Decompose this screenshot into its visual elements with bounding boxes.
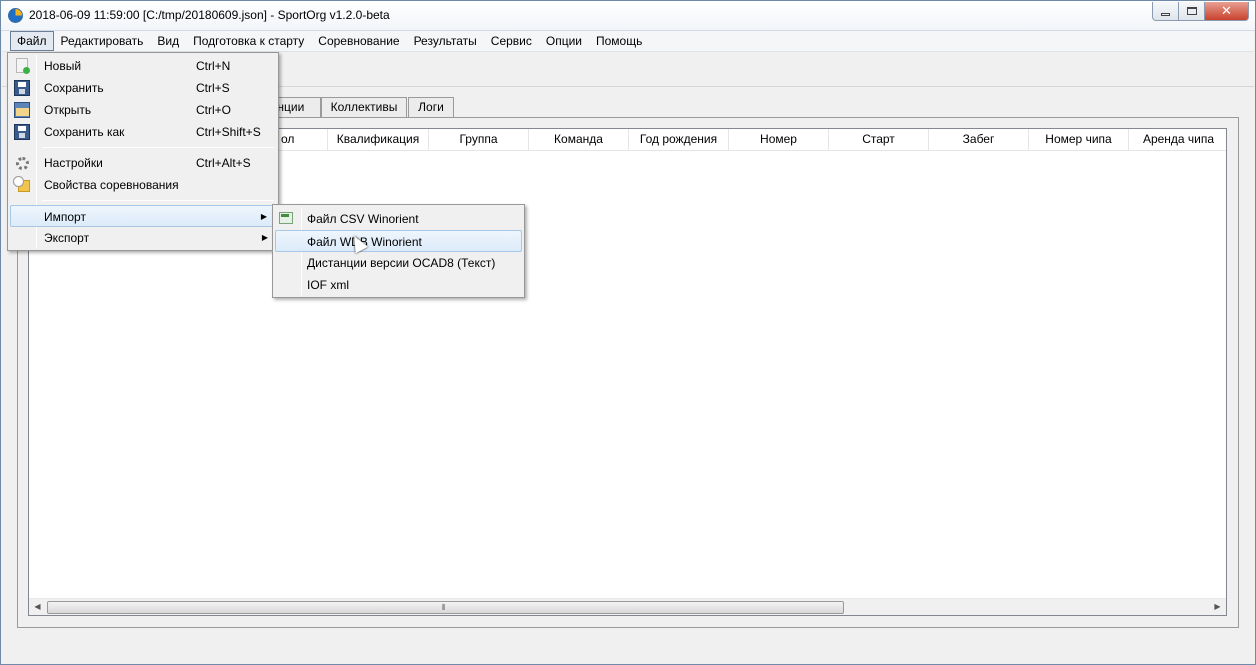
submenu-arrow-icon: ▶ [261, 233, 268, 242]
submenu-arrow-icon: ▶ [260, 212, 267, 221]
column-header-chip-rental[interactable]: Аренда чипа [1129, 129, 1228, 151]
menu-item-label: Импорт [44, 210, 86, 224]
submenu-item-csv-winorient[interactable]: Файл CSV Winorient [275, 208, 522, 230]
app-window: 2018-06-09 11:59:00 [C:/tmp/20180609.jso… [0, 0, 1256, 665]
menu-item-new[interactable]: Новый Ctrl+N [10, 55, 276, 77]
save-icon [14, 80, 30, 96]
menu-competition[interactable]: Соревнование [311, 31, 406, 51]
menu-item-label: Дистанции версии OCAD8 (Текст) [307, 256, 496, 270]
menu-item-open[interactable]: Открыть Ctrl+O [10, 99, 276, 121]
menu-item-import[interactable]: Импорт ▶ [10, 205, 276, 227]
menu-service[interactable]: Сервис [484, 31, 539, 51]
title-bar: 2018-06-09 11:59:00 [C:/tmp/20180609.jso… [1, 1, 1255, 31]
menu-item-shortcut: Ctrl+Shift+S [196, 125, 261, 139]
minimize-button[interactable] [1152, 2, 1179, 21]
menu-item-label: Свойства соревнования [44, 178, 179, 192]
menu-results[interactable]: Результаты [407, 31, 484, 51]
tab-logs[interactable]: Логи [408, 97, 454, 117]
column-header-birth-year[interactable]: Год рождения [629, 129, 729, 151]
menu-item-save[interactable]: Сохранить Ctrl+S [10, 77, 276, 99]
scrollbar-grip-icon: ⦀ [442, 603, 445, 612]
open-folder-icon [14, 102, 30, 118]
csv-icon [279, 212, 293, 224]
menu-item-label: Экспорт [44, 231, 90, 245]
menu-item-label: Файл CSV Winorient [307, 212, 419, 226]
close-button[interactable]: ✕ [1205, 2, 1249, 21]
menu-item-label: Сохранить [44, 81, 104, 95]
menu-bar: Файл Редактировать Вид Подготовка к стар… [2, 31, 1254, 52]
scroll-left-icon[interactable]: ◀ [29, 599, 46, 615]
window-controls: ✕ [1152, 2, 1249, 21]
menu-separator [42, 200, 274, 201]
properties-icon [13, 176, 30, 192]
column-header-group[interactable]: Группа [429, 129, 529, 151]
menu-item-label: Сохранить как [44, 125, 125, 139]
menu-item-label: Настройки [44, 156, 103, 170]
scrollbar-thumb[interactable]: ⦀ [47, 601, 844, 614]
tab-teams[interactable]: Коллективы [321, 97, 407, 117]
column-header-chip-number[interactable]: Номер чипа [1029, 129, 1129, 151]
menu-item-shortcut: Ctrl+Alt+S [196, 156, 251, 170]
submenu-item-wdb-winorient[interactable]: Файл WDB Winorient [275, 230, 522, 252]
horizontal-scrollbar[interactable]: ◀ ⦀ ▶ [29, 598, 1226, 615]
scroll-right-icon[interactable]: ▶ [1209, 599, 1226, 615]
close-icon: ✕ [1221, 3, 1232, 18]
menu-options[interactable]: Опции [539, 31, 589, 51]
menu-item-save-as[interactable]: Сохранить как Ctrl+Shift+S [10, 121, 276, 143]
save-as-icon [14, 124, 30, 140]
menu-edit[interactable]: Редактировать [54, 31, 151, 51]
menu-item-label: Открыть [44, 103, 92, 117]
column-header-heat[interactable]: Забег [929, 129, 1029, 151]
menu-item-label: Новый [44, 59, 82, 73]
menu-separator [42, 147, 274, 148]
menu-item-competition-properties[interactable]: Свойства соревнования [10, 174, 276, 196]
gear-icon [16, 157, 29, 170]
menu-view[interactable]: Вид [150, 31, 186, 51]
menu-file[interactable]: Файл [10, 31, 54, 51]
app-logo-icon [8, 8, 23, 23]
import-submenu: Файл CSV Winorient Файл WDB Winorient Ди… [272, 204, 525, 298]
column-header-number[interactable]: Номер [729, 129, 829, 151]
menu-item-shortcut: Ctrl+O [196, 103, 232, 117]
column-header-qualification[interactable]: Квалификация [328, 129, 429, 151]
column-header-start[interactable]: Старт [829, 129, 929, 151]
menu-item-shortcut: Ctrl+S [196, 81, 230, 95]
submenu-item-iof-xml[interactable]: IOF xml [275, 274, 522, 296]
menu-item-export[interactable]: Экспорт ▶ [10, 227, 276, 249]
menu-start-preparation[interactable]: Подготовка к старту [186, 31, 311, 51]
new-file-icon [16, 58, 30, 74]
submenu-item-ocad8-courses[interactable]: Дистанции версии OCAD8 (Текст) [275, 252, 522, 274]
menu-item-label: IOF xml [307, 278, 349, 292]
menu-item-shortcut: Ctrl+N [196, 59, 231, 73]
window-title: 2018-06-09 11:59:00 [C:/tmp/20180609.jso… [29, 8, 390, 22]
maximize-button[interactable] [1179, 2, 1205, 21]
menu-item-settings[interactable]: Настройки Ctrl+Alt+S [10, 152, 276, 174]
maximize-icon [1186, 7, 1197, 15]
menu-help[interactable]: Помощь [589, 31, 649, 51]
minimize-icon [1161, 12, 1170, 16]
file-menu-dropdown: Новый Ctrl+N Сохранить Ctrl+S Открыть Ct… [7, 52, 279, 251]
column-header-team[interactable]: Команда [529, 129, 629, 151]
